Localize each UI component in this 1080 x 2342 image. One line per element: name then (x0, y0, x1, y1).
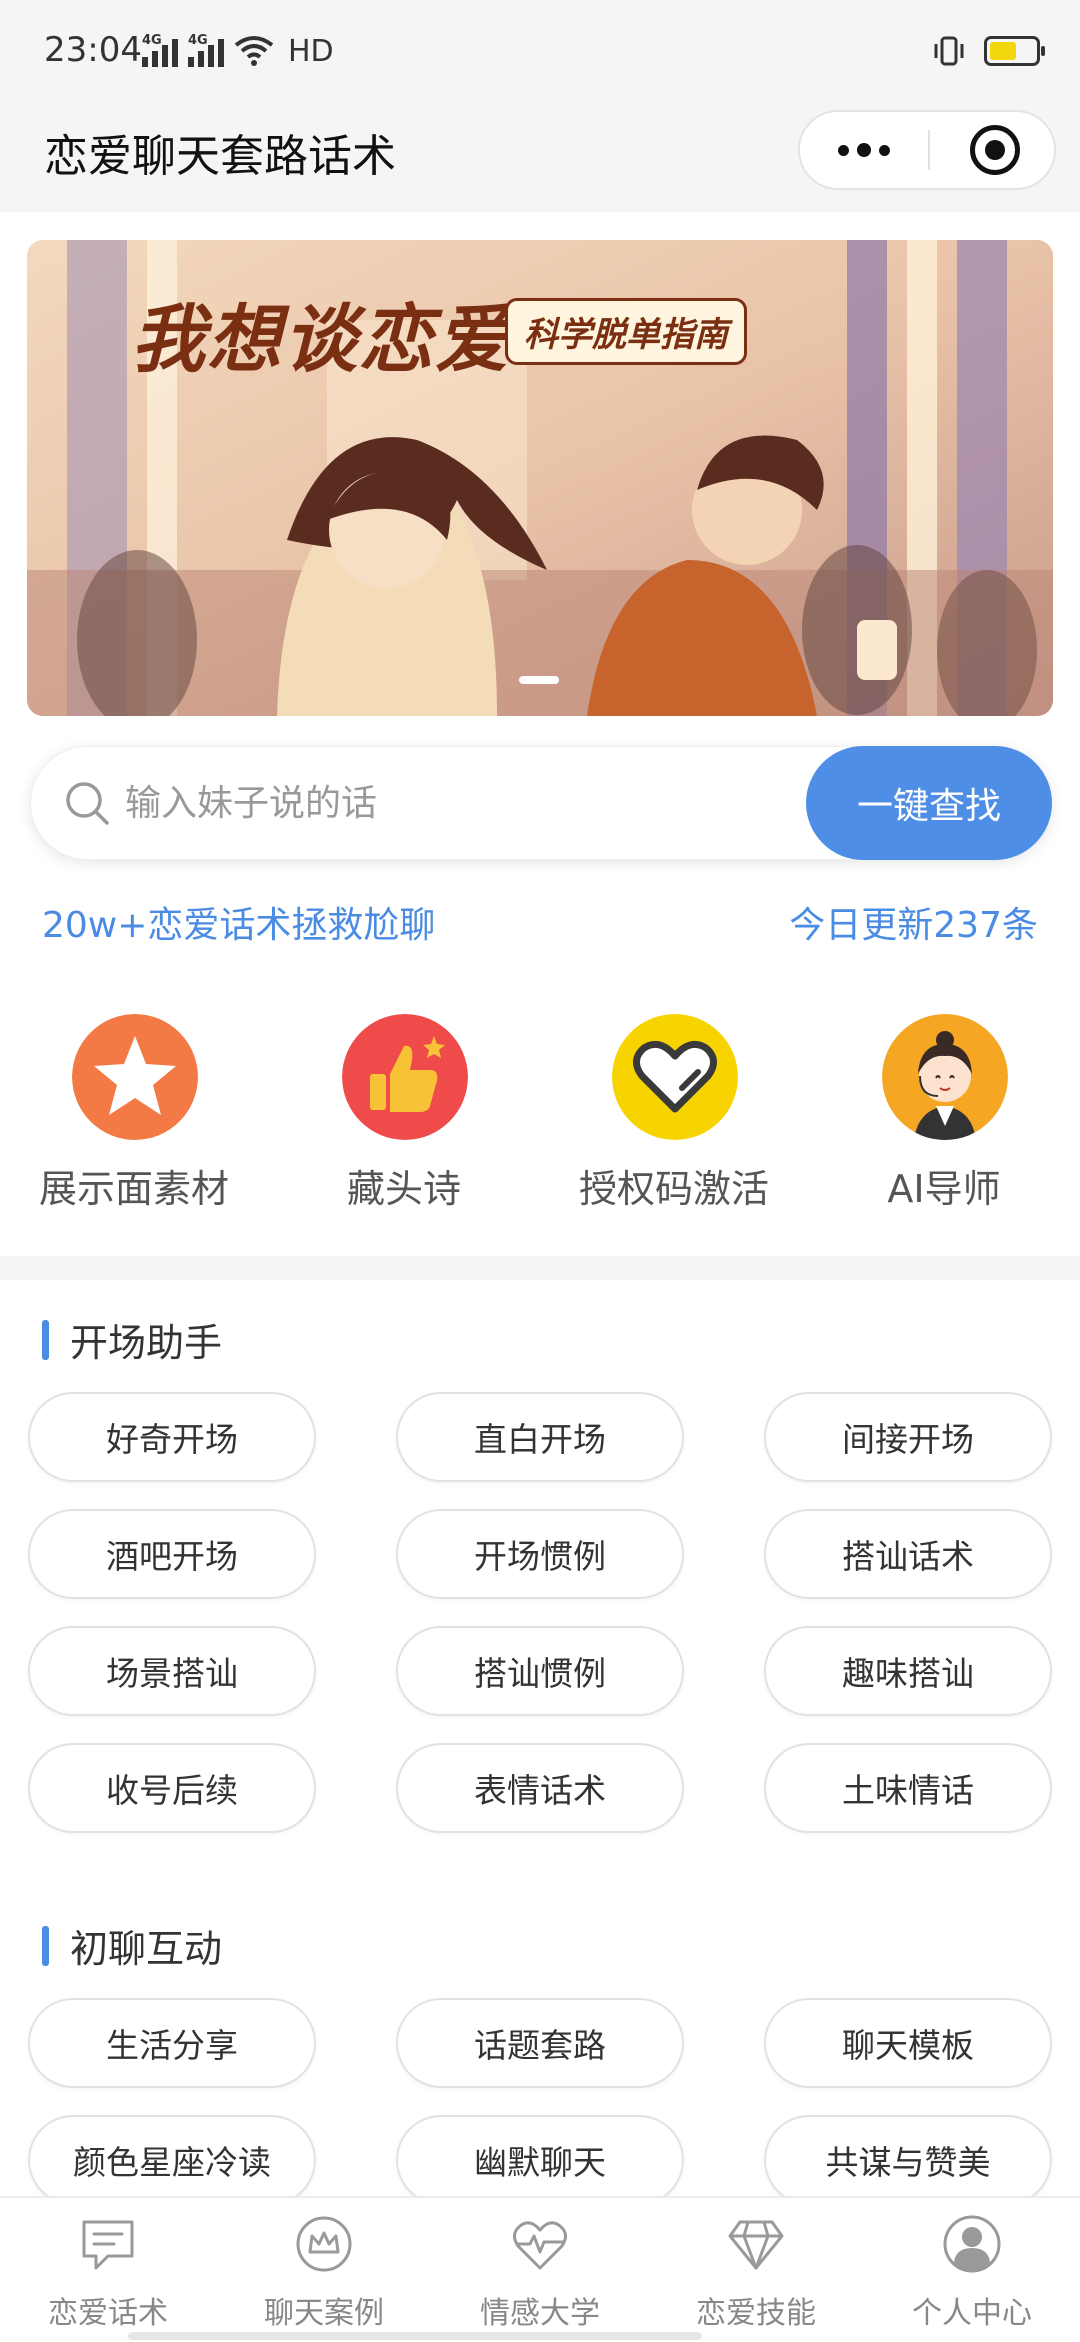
search-icon (66, 782, 109, 825)
tab-label: 恋爱话术 (48, 2296, 168, 2331)
assistant-avatar-icon (882, 1014, 1008, 1140)
battery-icon (984, 36, 1045, 66)
tag-button[interactable]: 表情话术 (396, 1743, 684, 1833)
quick-action-showcase[interactable]: 展示面素材 (14, 1014, 254, 1214)
page-title: 恋爱聊天套路话术 (44, 131, 396, 182)
section-divider (0, 1256, 1080, 1280)
banner-carousel[interactable]: 我想谈恋爱 科学脱单指南 (27, 240, 1053, 716)
tag-button[interactable]: 收号后续 (28, 1743, 316, 1833)
section-title-opening: 开场助手 (42, 1312, 222, 1365)
tag-button[interactable]: 酒吧开场 (28, 1509, 316, 1599)
quick-action-label: 展示面素材 (38, 1167, 229, 1211)
search-bar: 一键查找 (30, 746, 1052, 860)
quick-action-activate[interactable]: 授权码激活 (554, 1014, 794, 1214)
tag-button[interactable]: 开场惯例 (396, 1509, 684, 1599)
tag-button[interactable]: 搭讪惯例 (396, 1626, 684, 1716)
user-icon (943, 2215, 1001, 2273)
hd-label: HD (288, 33, 334, 69)
tab-label: 个人中心 (912, 2296, 1032, 2331)
signal-icon: 4G (142, 33, 178, 67)
status-bar: 23:04 4G 4G HD (0, 0, 1080, 100)
search-button[interactable]: 一键查找 (806, 746, 1052, 860)
heartbeat-icon (513, 2221, 567, 2270)
tab-emotion-university[interactable]: 情感大学 (432, 2198, 648, 2342)
miniprogram-capsule (798, 110, 1056, 190)
tab-bar: 恋爱话术 聊天案例 情感大学 恋爱技能 个人中心 (0, 2196, 1080, 2342)
daily-update-count: 今日更新237条 (789, 905, 1038, 946)
tag-button[interactable]: 生活分享 (28, 1998, 316, 2088)
capsule-divider (928, 130, 930, 170)
tag-button[interactable]: 好奇开场 (28, 1392, 316, 1482)
home-indicator (128, 2332, 702, 2340)
tag-button[interactable]: 搭讪话术 (764, 1509, 1052, 1599)
quick-action-label: 授权码激活 (578, 1167, 769, 1211)
tab-personal-center[interactable]: 个人中心 (864, 2198, 1080, 2342)
tab-love-scripts[interactable]: 恋爱话术 (0, 2198, 216, 2342)
tag-button[interactable]: 直白开场 (396, 1392, 684, 1482)
network-type: 4G (188, 33, 208, 48)
tab-label: 聊天案例 (264, 2296, 384, 2331)
signal-icon: 4G (188, 33, 224, 67)
battery-level (990, 42, 1016, 60)
banner-subtitle: 科学脱单指南 (505, 298, 747, 365)
tag-button[interactable]: 幽默聊天 (396, 2115, 684, 2205)
tab-label: 恋爱技能 (696, 2296, 816, 2331)
tab-label: 情感大学 (480, 2296, 600, 2331)
thumbs-up-icon (342, 1014, 468, 1140)
tag-button[interactable]: 共谋与赞美 (764, 2115, 1052, 2205)
search-input[interactable] (123, 771, 727, 835)
tab-chat-cases[interactable]: 聊天案例 (216, 2198, 432, 2342)
tag-button[interactable]: 话题套路 (396, 1998, 684, 2088)
tag-button[interactable]: 聊天模板 (764, 1998, 1052, 2088)
quick-action-label: 藏头诗 (346, 1167, 461, 1211)
status-icons: 4G 4G HD (142, 28, 334, 74)
banner-headline: 我想谈恋爱 (131, 297, 511, 383)
tab-love-skills[interactable]: 恋爱技能 (648, 2198, 864, 2342)
target-close-icon[interactable] (970, 125, 1020, 175)
chat-bubble-icon (82, 2220, 134, 2270)
tag-button[interactable]: 间接开场 (764, 1392, 1052, 1482)
network-type: 4G (142, 33, 162, 48)
carousel-indicator (519, 676, 559, 684)
status-time: 23:04 (44, 30, 142, 70)
tag-button[interactable]: 颜色星座冷读 (28, 2115, 316, 2205)
diamond-icon (728, 2220, 784, 2270)
more-dots-icon[interactable] (800, 112, 928, 188)
tag-button[interactable]: 场景搭讪 (28, 1626, 316, 1716)
status-right (932, 34, 1045, 68)
crown-icon (296, 2216, 352, 2272)
quick-action-label: AI导师 (887, 1167, 1001, 1211)
quick-action-acrostic[interactable]: 藏头诗 (284, 1014, 524, 1214)
section-title-first-chat: 初聊互动 (42, 1918, 222, 1971)
tagline-row: 20w+恋爱话术拯救尬聊 今日更新237条 (42, 896, 1038, 946)
star-icon (72, 1014, 198, 1140)
tag-button[interactable]: 趣味搭讪 (764, 1626, 1052, 1716)
quick-action-ai-mentor[interactable]: AI导师 (824, 1014, 1064, 1214)
tag-button[interactable]: 土味情话 (764, 1743, 1052, 1833)
vibrate-icon (934, 36, 964, 66)
tagline-left: 20w+恋爱话术拯救尬聊 (42, 905, 436, 946)
heart-icon (612, 1014, 738, 1140)
nav-bar: 恋爱聊天套路话术 (0, 100, 1080, 212)
wifi-icon (234, 36, 274, 66)
